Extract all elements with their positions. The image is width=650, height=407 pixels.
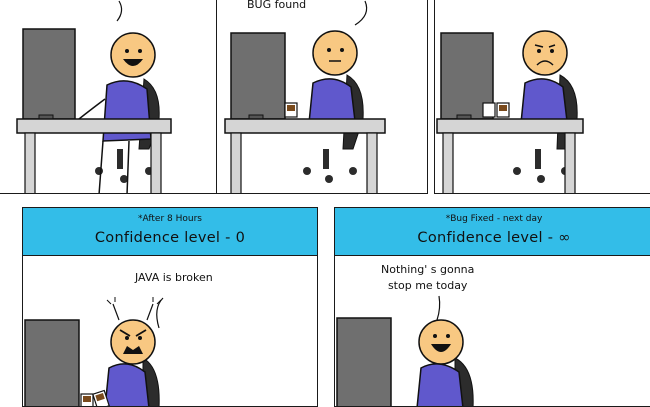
panel-4-artwork <box>24 297 164 406</box>
panel-2-artwork <box>224 0 386 193</box>
character-head-angry <box>106 297 162 365</box>
character-head <box>522 30 568 76</box>
character-body <box>308 78 356 124</box>
speech-tail <box>156 297 164 329</box>
monitor <box>24 319 80 406</box>
character-head <box>418 319 464 365</box>
speech-line-1: Nothing' s gonna <box>381 263 475 276</box>
spilled-coffee-mugs <box>80 389 110 406</box>
character-head <box>110 32 156 78</box>
monitor <box>336 317 392 406</box>
panel-5-artwork <box>336 295 474 406</box>
desk <box>224 118 386 193</box>
comic-panel-5: *Bug Fixed - next day Confidence level -… <box>334 207 650 407</box>
character-body <box>104 363 150 406</box>
panel-1-artwork <box>16 0 172 193</box>
comic-panel-2: BUG found <box>216 0 428 194</box>
desk <box>16 118 172 193</box>
character-body <box>416 363 464 406</box>
character-legs <box>98 140 130 193</box>
character-body <box>520 78 568 124</box>
speech-bubble-text: BUG found <box>247 0 307 11</box>
comic-panel-1 <box>0 0 218 194</box>
speech-bubble-text: Nothing' s gonna stop me today <box>381 262 474 294</box>
speech-bubble-text: JAVA is broken <box>135 271 213 284</box>
speech-line-2: stop me today <box>387 279 468 292</box>
desk <box>436 118 584 193</box>
coffee-mugs <box>482 102 510 118</box>
monitor <box>230 32 286 122</box>
speech-tail <box>354 0 368 26</box>
character-head <box>312 30 358 76</box>
coffee-mug <box>284 102 298 118</box>
speech-tail <box>116 0 123 22</box>
speech-tail <box>436 295 441 321</box>
monitor <box>22 28 76 122</box>
comic-panel-3 <box>434 0 650 194</box>
panel-3-artwork <box>436 30 584 193</box>
comic-panel-4: *After 8 Hours Confidence level - 0 JAVA… <box>22 207 318 407</box>
